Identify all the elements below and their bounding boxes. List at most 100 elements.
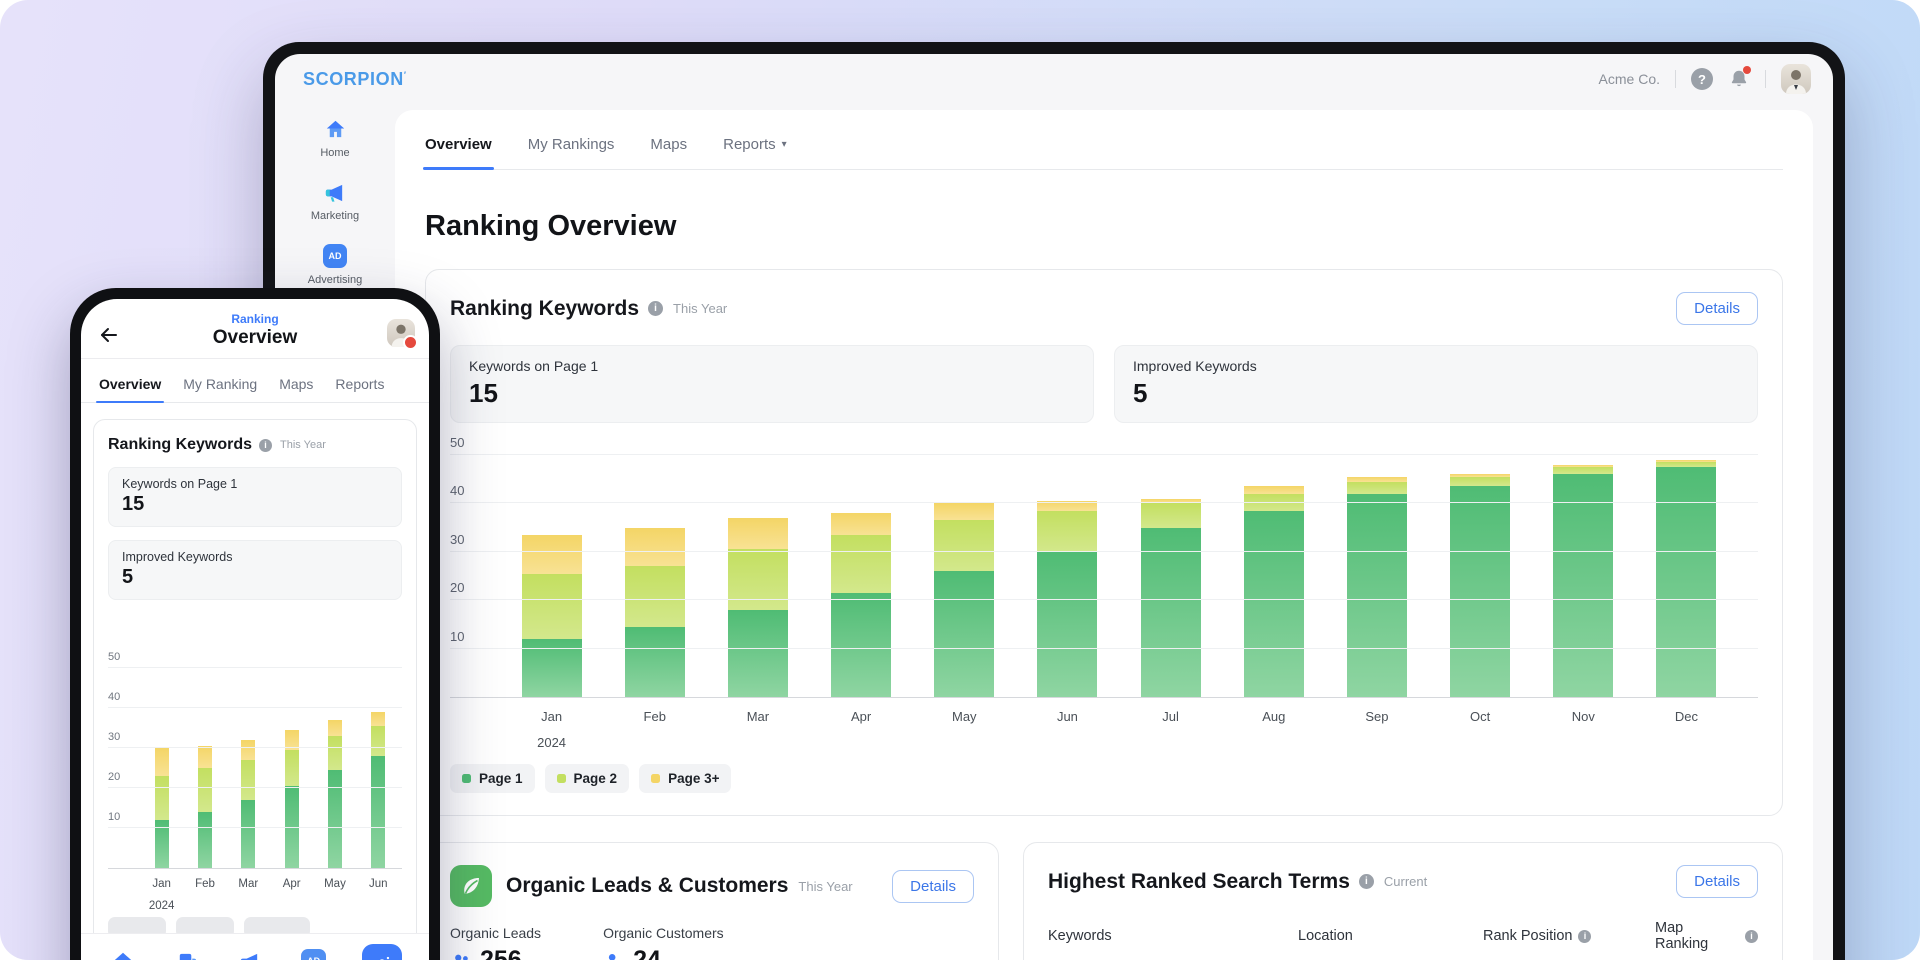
segment-page-1 <box>1347 494 1407 697</box>
bar-aug[interactable] <box>1244 486 1304 697</box>
y-tick-label: 50 <box>450 435 464 450</box>
nav-rankings-button-active[interactable] <box>362 944 402 960</box>
ranking-keywords-chart-mobile: Jan2024FebMarAprMayJun 1020304050 <box>108 636 402 869</box>
gridline <box>108 787 402 788</box>
x-tick-label: Apr <box>283 878 301 890</box>
sidebar-item-marketing[interactable]: Marketing <box>311 181 359 222</box>
y-tick-label: 30 <box>108 731 120 743</box>
stat-value: 5 <box>1133 378 1739 409</box>
details-button[interactable]: Details <box>892 870 974 903</box>
x-tick-label: Dec <box>1675 709 1698 724</box>
info-icon[interactable]: i <box>1578 930 1591 943</box>
bar-nov[interactable] <box>1553 465 1613 697</box>
info-icon[interactable]: i <box>1745 930 1758 943</box>
nav-home-button[interactable] <box>108 946 138 960</box>
legend-label: Page 1 <box>479 771 523 786</box>
segment-page-1 <box>1141 528 1201 697</box>
bar-apr[interactable] <box>285 730 299 868</box>
bar-slot: Jul <box>1119 445 1222 697</box>
details-button[interactable]: Details <box>1676 865 1758 898</box>
search-terms-panel: Highest Ranked Search Terms i Current De… <box>1023 842 1783 960</box>
legend-page-3[interactable]: Page 3+ <box>639 764 731 793</box>
segment-page-2 <box>155 776 169 820</box>
bar-feb[interactable] <box>198 746 212 868</box>
legend-swatch <box>462 774 471 783</box>
nav-marketing-button[interactable] <box>235 946 265 960</box>
y-tick-label: 40 <box>450 483 464 498</box>
y-tick-label: 10 <box>108 811 120 823</box>
bar-slot: Dec <box>1635 445 1738 697</box>
bar-oct[interactable] <box>1450 474 1510 697</box>
bar-mar[interactable] <box>241 740 255 868</box>
segment-page-2 <box>198 768 212 812</box>
bar-jan[interactable] <box>522 535 582 697</box>
home-icon <box>112 950 134 960</box>
segment-page-2 <box>241 760 255 800</box>
help-icon[interactable]: ? <box>1691 68 1713 90</box>
users-icon <box>450 950 472 960</box>
tab-reports[interactable]: Reports ▾ <box>723 136 787 169</box>
bar-may[interactable] <box>328 720 342 868</box>
panel-title: Highest Ranked Search Terms <box>1048 870 1350 894</box>
divider <box>1675 70 1676 88</box>
bar-slot: Jan2024 <box>500 445 603 697</box>
x-tick-label: Jul <box>1162 709 1179 724</box>
tab-overview[interactable]: Overview <box>425 136 492 169</box>
info-icon[interactable]: i <box>259 439 272 452</box>
info-icon[interactable]: i <box>1359 874 1374 889</box>
phone-device-frame: Ranking Overview Overview My Ranking Map… <box>70 288 440 960</box>
y-tick-label: 20 <box>450 580 464 595</box>
bar-feb[interactable] <box>625 528 685 697</box>
segment-page-2 <box>1553 467 1613 474</box>
tab-my-ranking[interactable]: My Ranking <box>183 376 257 402</box>
column-location: Location <box>1298 920 1423 952</box>
bar-slot: Feb <box>183 636 226 868</box>
bar-mar[interactable] <box>728 518 788 697</box>
bar-sep[interactable] <box>1347 477 1407 697</box>
tab-my-rankings[interactable]: My Rankings <box>528 136 615 169</box>
period-label: This Year <box>280 439 326 451</box>
column-map-ranking: Map Rankingi <box>1655 920 1758 952</box>
details-button[interactable]: Details <box>1676 292 1758 325</box>
desktop-topbar: SCORPION ′ Acme Co. ? <box>275 54 1833 104</box>
tab-reports[interactable]: Reports <box>335 376 384 402</box>
ranking-stats-row: Keywords on Page 1 15 Improved Keywords … <box>450 345 1758 423</box>
legend-swatch <box>557 774 566 783</box>
bar-slot: Aug <box>1222 445 1325 697</box>
segment-page-3- <box>198 746 212 768</box>
bar-apr[interactable] <box>831 513 891 697</box>
phone-tab-bar: Overview My Ranking Maps Reports <box>81 359 429 403</box>
tab-overview[interactable]: Overview <box>99 376 161 402</box>
period-label: This Year <box>673 301 727 316</box>
stat-label: Keywords on Page 1 <box>469 358 1075 374</box>
bar-jul[interactable] <box>1141 499 1201 697</box>
back-button[interactable] <box>97 323 121 347</box>
gridline <box>108 747 402 748</box>
user-avatar[interactable] <box>387 319 415 347</box>
bar-may[interactable] <box>934 503 994 697</box>
nav-advertising-button[interactable]: AD <box>299 946 329 960</box>
bar-dec[interactable] <box>1656 460 1716 697</box>
notifications-button[interactable] <box>1728 68 1750 90</box>
tab-maps[interactable]: Maps <box>650 136 687 169</box>
nav-messages-button[interactable] <box>171 946 201 960</box>
info-icon[interactable]: i <box>648 301 663 316</box>
legend-label: Page 3+ <box>668 771 719 786</box>
segment-page-2 <box>1037 511 1097 552</box>
legend-page-1[interactable]: Page 1 <box>450 764 535 793</box>
segment-page-1 <box>371 756 385 868</box>
tab-maps[interactable]: Maps <box>279 376 313 402</box>
user-avatar[interactable] <box>1781 64 1811 94</box>
bar-jun[interactable] <box>371 712 385 868</box>
bar-jan[interactable] <box>155 748 169 868</box>
sidebar-item-home[interactable]: Home <box>320 118 349 159</box>
segment-page-2 <box>625 566 685 627</box>
stat-label: Improved Keywords <box>122 550 388 564</box>
bar-slot: Mar <box>706 445 809 697</box>
account-name[interactable]: Acme Co. <box>1599 71 1660 87</box>
segment-page-3- <box>934 503 994 520</box>
column-rank-position: Rank Positioni <box>1483 920 1595 952</box>
legend-page-2[interactable]: Page 2 <box>545 764 630 793</box>
period-label: Current <box>1384 874 1427 889</box>
sidebar-item-advertising[interactable]: AD Advertising <box>308 244 362 286</box>
